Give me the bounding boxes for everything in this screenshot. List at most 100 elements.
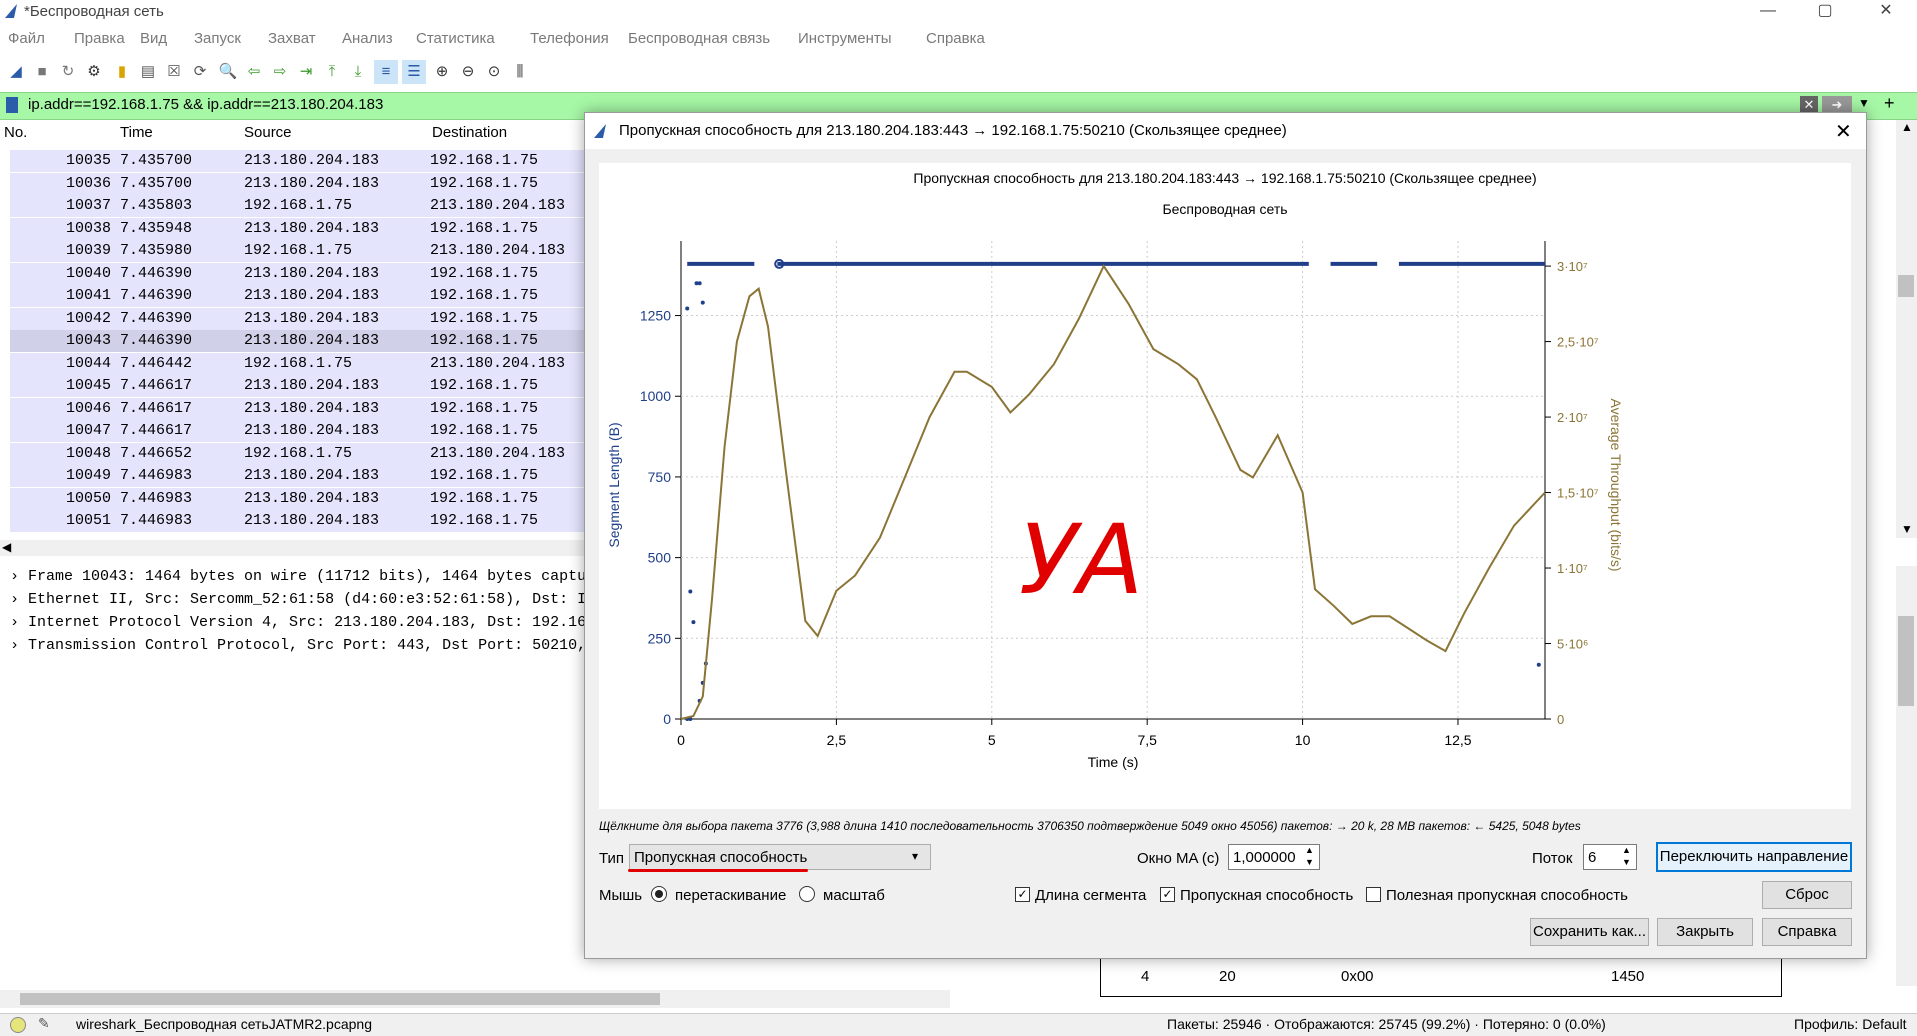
- scroll-left-icon[interactable]: ◀: [2, 540, 11, 554]
- table-row[interactable]: 10036 7.435700 213.180.204.183 192.168.1.75: [10, 172, 590, 195]
- close-window-button[interactable]: ✕: [1863, 0, 1909, 24]
- menu-item-2[interactable]: Вид: [140, 30, 167, 47]
- save-as-button[interactable]: Сохранить как...: [1530, 918, 1649, 946]
- reset-button[interactable]: Сброс: [1762, 881, 1852, 909]
- capture-options-icon[interactable]: ⚙: [82, 60, 106, 84]
- detail-tcp[interactable]: › Transmission Control Protocol, Src Por…: [10, 637, 586, 654]
- menu-item-1[interactable]: Правка: [74, 30, 125, 47]
- table-row[interactable]: 10048 7.446652 192.168.1.75 213.180.204.183: [10, 442, 590, 465]
- menu-item-3[interactable]: Запуск: [194, 30, 241, 47]
- throughput-checkbox[interactable]: ✓: [1160, 887, 1175, 902]
- zoom-radio[interactable]: [799, 886, 815, 902]
- menu-item-7[interactable]: Телефония: [530, 30, 609, 47]
- scroll-up-icon[interactable]: ▲: [1901, 120, 1913, 134]
- minimize-button[interactable]: —: [1745, 0, 1791, 24]
- table-row[interactable]: 10051 7.446983 213.180.204.183 192.168.1.75: [10, 510, 590, 532]
- menu-item-10[interactable]: Справка: [926, 30, 985, 47]
- resize-columns-icon[interactable]: ⫼: [508, 60, 532, 84]
- stop-capture-icon[interactable]: ■: [30, 60, 54, 84]
- drag-radio[interactable]: [651, 886, 667, 902]
- table-row[interactable]: 10038 7.435948 213.180.204.183 192.168.1.75: [10, 217, 590, 240]
- restart-capture-icon[interactable]: ↻: [56, 60, 80, 84]
- go-to-packet-icon[interactable]: ⇥: [294, 60, 318, 84]
- go-back-icon[interactable]: ⇦: [242, 60, 266, 84]
- save-file-icon[interactable]: ▤: [136, 60, 160, 84]
- table-row[interactable]: 10037 7.435803 192.168.1.75 213.180.204.183: [10, 195, 590, 217]
- filter-history-icon[interactable]: ▼: [1858, 96, 1870, 110]
- menu-item-5[interactable]: Анализ: [342, 30, 393, 47]
- menu-item-6[interactable]: Статистика: [416, 30, 495, 47]
- edit-comment-icon[interactable]: ✎: [38, 1015, 50, 1032]
- chart-svg[interactable]: 0 2,5 5 7,5 10 12,5 0 250 500 750 1000 1250 0 5·10⁶ 1·…: [599, 163, 1851, 809]
- scroll-thumb[interactable]: [1898, 275, 1914, 297]
- throughput-plot[interactable]: Пропускная способность для 213.180.204.1…: [599, 163, 1851, 809]
- type-select[interactable]: Пропускная способность ▾: [629, 844, 931, 870]
- table-cell-ihl: 20: [1219, 968, 1236, 985]
- go-last-icon[interactable]: ⤓: [346, 60, 370, 84]
- details-hscrollbar[interactable]: [0, 990, 950, 1008]
- table-cell: 213.180.204.183: [244, 489, 380, 507]
- table-row[interactable]: 10045 7.446617 213.180.204.183 192.168.1.75: [10, 375, 590, 397]
- close-file-icon[interactable]: ☒: [162, 60, 186, 84]
- table-row[interactable]: 10047 7.446617 213.180.204.183 192.168.1.75: [10, 420, 590, 442]
- start-capture-icon[interactable]: ◢: [4, 60, 28, 84]
- bookmark-icon[interactable]: [6, 97, 18, 113]
- colorize-icon[interactable]: ☰: [402, 60, 426, 84]
- table-row[interactable]: 10043 7.446390 213.180.204.183 192.168.1.75: [10, 330, 590, 352]
- table-row[interactable]: 10039 7.435980 192.168.1.75 213.180.204.183: [10, 240, 590, 262]
- profile-label[interactable]: Профиль: Default: [1794, 1016, 1907, 1032]
- menu-item-0[interactable]: Файл: [8, 30, 45, 47]
- table-row[interactable]: 10041 7.446390 213.180.204.183 192.168.1.75: [10, 285, 590, 307]
- details-scroll-thumb[interactable]: [20, 993, 660, 1005]
- column-header-no[interactable]: No.: [4, 124, 27, 141]
- column-header-destination[interactable]: Destination: [432, 124, 507, 141]
- y-left-tick-label: 1000: [640, 388, 671, 404]
- spin-down-icon[interactable]: ▼: [1622, 857, 1631, 867]
- close-button[interactable]: Закрыть: [1657, 918, 1753, 946]
- menu-item-8[interactable]: Беспроводная связь: [628, 30, 770, 47]
- expert-info-icon[interactable]: [10, 1017, 26, 1033]
- go-forward-icon[interactable]: ⇨: [268, 60, 292, 84]
- menu-item-9[interactable]: Инструменты: [798, 30, 892, 47]
- table-row[interactable]: 10044 7.446442 192.168.1.75 213.180.204.183: [10, 352, 590, 375]
- table-row[interactable]: 10050 7.446983 213.180.204.183 192.168.1.75: [10, 487, 590, 510]
- dialog-close-icon[interactable]: ✕: [1835, 119, 1852, 144]
- table-row[interactable]: 10049 7.446983 213.180.204.183 192.168.1.75: [10, 465, 590, 487]
- spin-up-icon[interactable]: ▲: [1622, 845, 1631, 855]
- column-header-source[interactable]: Source: [244, 124, 292, 141]
- reload-file-icon[interactable]: ⟳: [188, 60, 212, 84]
- scroll-down-icon[interactable]: ▼: [1901, 522, 1913, 536]
- table-row[interactable]: 10046 7.446617 213.180.204.183 192.168.1.75: [10, 397, 590, 420]
- spin-down-icon[interactable]: ▼: [1305, 857, 1314, 867]
- column-header-time[interactable]: Time: [120, 124, 153, 141]
- help-button[interactable]: Справка: [1762, 918, 1852, 946]
- packet-list-hscrollbar[interactable]: ◀: [0, 540, 590, 556]
- detail-frame[interactable]: › Frame 10043: 1464 bytes on wire (11712…: [10, 568, 586, 585]
- detail-ip[interactable]: › Internet Protocol Version 4, Src: 213.…: [10, 614, 595, 631]
- table-row[interactable]: 10035 7.435700 213.180.204.183 192.168.1.75: [10, 150, 590, 172]
- find-packet-icon[interactable]: 🔍: [216, 60, 240, 84]
- bytes-vscrollbar[interactable]: [1896, 566, 1917, 986]
- packet-details: › Frame 10043: 1464 bytes on wire (11712…: [0, 566, 595, 986]
- bytes-scroll-thumb[interactable]: [1898, 616, 1914, 706]
- open-file-icon[interactable]: ▮: [110, 60, 134, 84]
- zoom-out-icon[interactable]: ⊖: [456, 60, 480, 84]
- maximize-button[interactable]: ▢: [1802, 0, 1848, 24]
- zoom-normal-icon[interactable]: ⊙: [482, 60, 506, 84]
- go-first-icon[interactable]: ⤒: [320, 60, 344, 84]
- autoscroll-icon[interactable]: ≡: [374, 60, 398, 84]
- stream-spinbox[interactable]: 6 ▲ ▼: [1583, 844, 1637, 870]
- switch-direction-button[interactable]: Переключить направление: [1656, 842, 1852, 872]
- ma-window-spinbox[interactable]: 1,000000 ▲ ▼: [1228, 844, 1320, 870]
- packet-list-vscrollbar[interactable]: ▲ ▼: [1896, 120, 1917, 538]
- zoom-in-icon[interactable]: ⊕: [430, 60, 454, 84]
- filter-input[interactable]: ip.addr==192.168.1.75 && ip.addr==213.18…: [28, 96, 383, 113]
- goodput-checkbox[interactable]: [1366, 887, 1381, 902]
- add-filter-button-icon[interactable]: +: [1884, 93, 1895, 114]
- detail-ethernet[interactable]: › Ethernet II, Src: Sercomm_52:61:58 (d4…: [10, 591, 595, 608]
- table-row[interactable]: 10042 7.446390 213.180.204.183 192.168.1.75: [10, 307, 590, 330]
- table-row[interactable]: 10040 7.446390 213.180.204.183 192.168.1.75: [10, 262, 590, 285]
- menu-item-4[interactable]: Захват: [268, 30, 316, 47]
- segment-length-checkbox[interactable]: ✓: [1015, 887, 1030, 902]
- spin-up-icon[interactable]: ▲: [1305, 845, 1314, 855]
